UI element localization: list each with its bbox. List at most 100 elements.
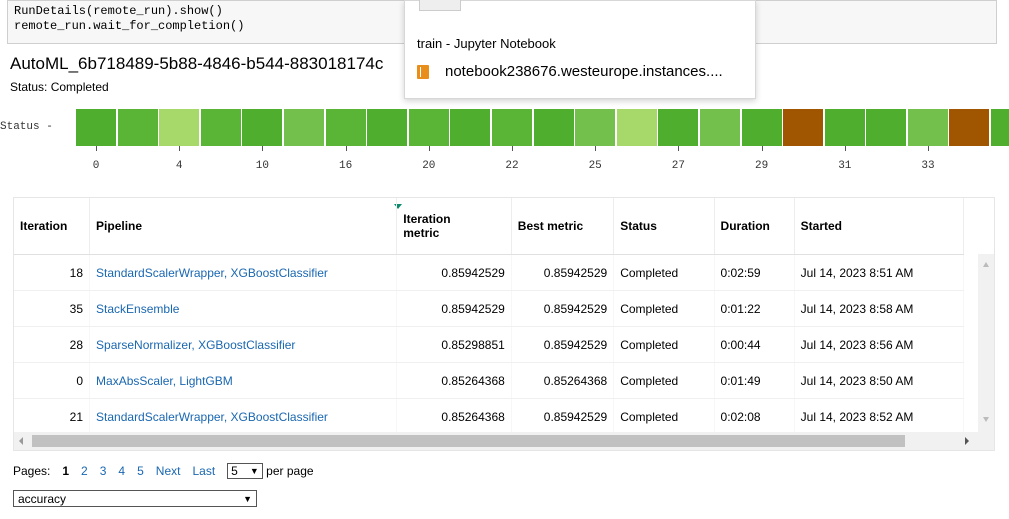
- pipeline-link[interactable]: SparseNormalizer, XGBoostClassifier: [96, 338, 295, 352]
- cell-duration: 0:02:08: [714, 398, 795, 435]
- table-row: 35 StackEnsemble 0.85942529 0.85942529 C…: [14, 290, 965, 327]
- horizontal-scrollbar[interactable]: [14, 432, 994, 450]
- status-cell[interactable]: [533, 109, 574, 146]
- status-cell[interactable]: [824, 109, 865, 146]
- metric-select-value: accuracy: [18, 491, 67, 506]
- pages-label: Pages:: [13, 464, 51, 478]
- col-iteration-metric-line2: metric: [403, 226, 440, 240]
- status-cell[interactable]: [450, 109, 491, 146]
- cell-started: Jul 14, 2023 8:50 AM: [794, 362, 965, 399]
- page-link-4[interactable]: 4: [118, 464, 125, 478]
- scroll-left-icon[interactable]: [19, 437, 23, 445]
- col-status[interactable]: Status: [613, 198, 715, 255]
- cell-iteration: 35: [14, 290, 91, 327]
- status-cell[interactable]: [283, 109, 324, 146]
- page-link-2[interactable]: 2: [81, 464, 88, 478]
- metric-select[interactable]: accuracy ▼: [13, 490, 257, 507]
- col-duration[interactable]: Duration: [714, 198, 795, 255]
- status-cell[interactable]: [76, 109, 116, 146]
- status-cell[interactable]: [741, 109, 782, 146]
- cell-iteration: 18: [14, 254, 91, 291]
- status-cell[interactable]: [866, 109, 907, 146]
- pipeline-link[interactable]: StandardScalerWrapper, XGBoostClassifier: [96, 410, 328, 424]
- pipeline-link[interactable]: StandardScalerWrapper, XGBoostClassifier: [96, 266, 328, 280]
- status-cell[interactable]: [616, 109, 657, 146]
- cell-status: Completed: [613, 362, 715, 399]
- axis-tick: [761, 146, 763, 151]
- tab-thumbnail: [419, 0, 461, 11]
- status-cell[interactable]: [699, 109, 740, 146]
- axis-tick: [678, 146, 680, 151]
- runs-table: Iteration Pipeline Iteration metric Best…: [14, 198, 965, 435]
- scroll-up-icon[interactable]: [983, 262, 989, 267]
- axis-tick: [844, 146, 846, 151]
- status-cell[interactable]: [117, 109, 158, 146]
- chevron-down-icon: ▼: [249, 466, 259, 476]
- status-cell[interactable]: [658, 109, 699, 146]
- status-cell[interactable]: [367, 109, 408, 146]
- pipeline-link[interactable]: StackEnsemble: [96, 302, 179, 316]
- col-iteration[interactable]: Iteration: [14, 198, 91, 255]
- pagination: Pages: 1 2 3 4 5 Next Last 5 ▼ per page: [13, 463, 326, 479]
- scroll-down-icon[interactable]: [983, 417, 989, 422]
- cell-status: Completed: [613, 398, 715, 435]
- status-strip-label: Status -: [0, 121, 53, 133]
- cell-pipeline: SparseNormalizer, XGBoostClassifier: [89, 326, 398, 363]
- next-page-link[interactable]: Next: [156, 464, 181, 478]
- status-cell[interactable]: [991, 109, 1009, 146]
- vertical-scrollbar[interactable]: [978, 254, 994, 432]
- cell-iteration: 21: [14, 398, 91, 435]
- page-link-5[interactable]: 5: [137, 464, 144, 478]
- chevron-down-icon: ▼: [243, 493, 252, 504]
- table-row: 28 SparseNormalizer, XGBoostClassifier 0…: [14, 326, 965, 363]
- browser-tab-tooltip: train - Jupyter Notebook notebook238676.…: [404, 0, 756, 99]
- axis-tick-label: 10: [255, 160, 269, 172]
- status-cell[interactable]: [242, 109, 283, 146]
- cell-best-metric: 0.85942529: [511, 398, 615, 435]
- status-cell[interactable]: [491, 109, 532, 146]
- status-cell[interactable]: [200, 109, 241, 146]
- status-cell[interactable]: [783, 109, 824, 146]
- cell-pipeline: StandardScalerWrapper, XGBoostClassifier: [89, 398, 398, 435]
- tooltip-url: notebook238676.westeurope.instances....: [445, 63, 723, 80]
- cell-started: Jul 14, 2023 8:58 AM: [794, 290, 965, 327]
- col-best-metric[interactable]: Best metric: [511, 198, 615, 255]
- col-pipeline[interactable]: Pipeline: [89, 198, 398, 255]
- axis-tick: [512, 146, 513, 151]
- page-current: 1: [62, 464, 70, 478]
- tooltip-url-row: notebook238676.westeurope.instances....: [417, 63, 723, 80]
- scroll-right-icon[interactable]: [965, 437, 969, 445]
- status-cell[interactable]: [949, 109, 990, 146]
- axis-tick-label: 4: [175, 160, 183, 172]
- cell-started: Jul 14, 2023 8:51 AM: [794, 254, 965, 291]
- cell-iteration-metric: 0.85942529: [396, 290, 512, 327]
- cell-best-metric: 0.85942529: [511, 326, 615, 363]
- axis-tick-label: 25: [588, 160, 602, 172]
- col-iteration-metric-line1: Iteration: [403, 212, 451, 226]
- axis-tick: [345, 146, 347, 151]
- pipeline-link[interactable]: MaxAbsScaler, LightGBM: [96, 374, 233, 388]
- cell-iteration-metric: 0.85298851: [396, 326, 512, 363]
- status-cell[interactable]: [575, 109, 616, 146]
- axis-tick: [428, 146, 430, 151]
- status-cell[interactable]: [159, 109, 200, 146]
- page-link-3[interactable]: 3: [100, 464, 107, 478]
- cell-iteration-metric: 0.85264368: [396, 362, 512, 399]
- cell-started: Jul 14, 2023 8:56 AM: [794, 326, 965, 363]
- per-page-value: 5: [231, 464, 238, 478]
- col-iteration-metric[interactable]: Iteration metric: [396, 198, 512, 255]
- axis-tick: [179, 146, 181, 151]
- axis-tick: [262, 146, 264, 151]
- status-cell[interactable]: [325, 109, 366, 146]
- status-cell[interactable]: [907, 109, 948, 146]
- horizontal-scroll-thumb[interactable]: [32, 435, 905, 447]
- col-started[interactable]: Started: [794, 198, 965, 255]
- cell-iteration: 28: [14, 326, 91, 363]
- status-strip: [76, 109, 1009, 146]
- axis-tick: [96, 146, 97, 151]
- last-page-link[interactable]: Last: [192, 464, 215, 478]
- status-cell[interactable]: [408, 109, 449, 146]
- axis-tick: [595, 146, 597, 151]
- cell-iteration-metric: 0.85264368: [396, 398, 512, 435]
- per-page-select[interactable]: 5 ▼: [227, 463, 264, 479]
